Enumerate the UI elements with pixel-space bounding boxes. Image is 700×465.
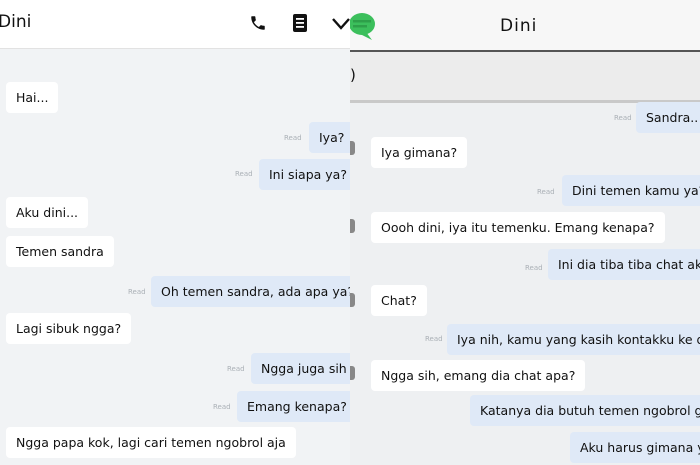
message-bubble-outgoing: Katanya dia butuh temen ngobrol gitu xyxy=(470,395,700,426)
read-receipt: Read xyxy=(213,403,231,411)
read-receipt: Read xyxy=(235,170,253,178)
message-bubble-incoming: Chat? xyxy=(371,285,427,316)
message-bubble-incoming: Iya gimana? xyxy=(371,137,468,168)
message-bubble-incoming: Oooh dini, iya itu temenku. Emang kenapa… xyxy=(371,212,665,243)
chevron-down-icon[interactable] xyxy=(332,16,350,35)
message-bubble-outgoing: Ini siapa ya? xyxy=(259,159,350,190)
message-bubble-incoming: Aku dini... xyxy=(6,197,89,228)
read-receipt: Read xyxy=(425,335,443,343)
message-bubble-outgoing: Oh temen sandra, ada apa ya? xyxy=(151,276,350,307)
partial-text: ) xyxy=(350,66,356,84)
avatar xyxy=(350,219,355,233)
message-bubble-outgoing: Aku harus gimana ya? xyxy=(570,432,700,463)
message-bubble-incoming: Hai... xyxy=(6,82,59,113)
read-receipt: Read xyxy=(537,188,555,196)
message-bubble-incoming: Ngga sih, emang dia chat apa? xyxy=(371,360,586,391)
contact-name: Dini xyxy=(500,16,538,36)
read-receipt: Read xyxy=(614,114,632,122)
message-bubble-outgoing: Emang kenapa? xyxy=(237,391,350,422)
avatar xyxy=(350,293,355,307)
sub-bar: ) xyxy=(350,52,700,103)
message-bubble-outgoing: Dini temen kamu ya? xyxy=(562,175,700,206)
read-receipt: Read xyxy=(284,134,302,142)
chat-screen-right: Dini ) Read Sandra.. Iya gimana? Read Di… xyxy=(350,0,700,465)
message-bubble-incoming: Temen sandra xyxy=(6,236,114,267)
message-bubble-outgoing: Sandra.. xyxy=(636,102,700,133)
chat-header: Dini xyxy=(350,0,700,52)
read-receipt: Read xyxy=(128,288,146,296)
message-bubble-outgoing: Ngga juga sih xyxy=(251,353,350,384)
message-bubble-incoming: Ngga papa kok, lagi cari temen ngobrol a… xyxy=(6,427,296,458)
message-bubble-outgoing: Iya nih, kamu yang kasih kontakku ke dia… xyxy=(447,324,700,355)
chat-screen-left: Dini Hai... Read Iya? Read Ini siapa ya?… xyxy=(0,0,350,465)
chat-app-icon xyxy=(350,10,378,46)
message-bubble-outgoing: Iya? xyxy=(309,122,350,153)
message-bubble-incoming: Lagi sibuk ngga? xyxy=(6,313,132,344)
note-icon[interactable] xyxy=(292,14,308,36)
phone-icon[interactable] xyxy=(249,14,267,36)
chat-header: Dini xyxy=(0,0,350,49)
read-receipt: Read xyxy=(525,264,543,272)
contact-name: Dini xyxy=(0,12,32,32)
avatar xyxy=(350,141,355,155)
message-bubble-outgoing: Ini dia tiba tiba chat aku xyxy=(548,249,700,280)
avatar xyxy=(350,366,355,380)
read-receipt: Read xyxy=(227,365,245,373)
